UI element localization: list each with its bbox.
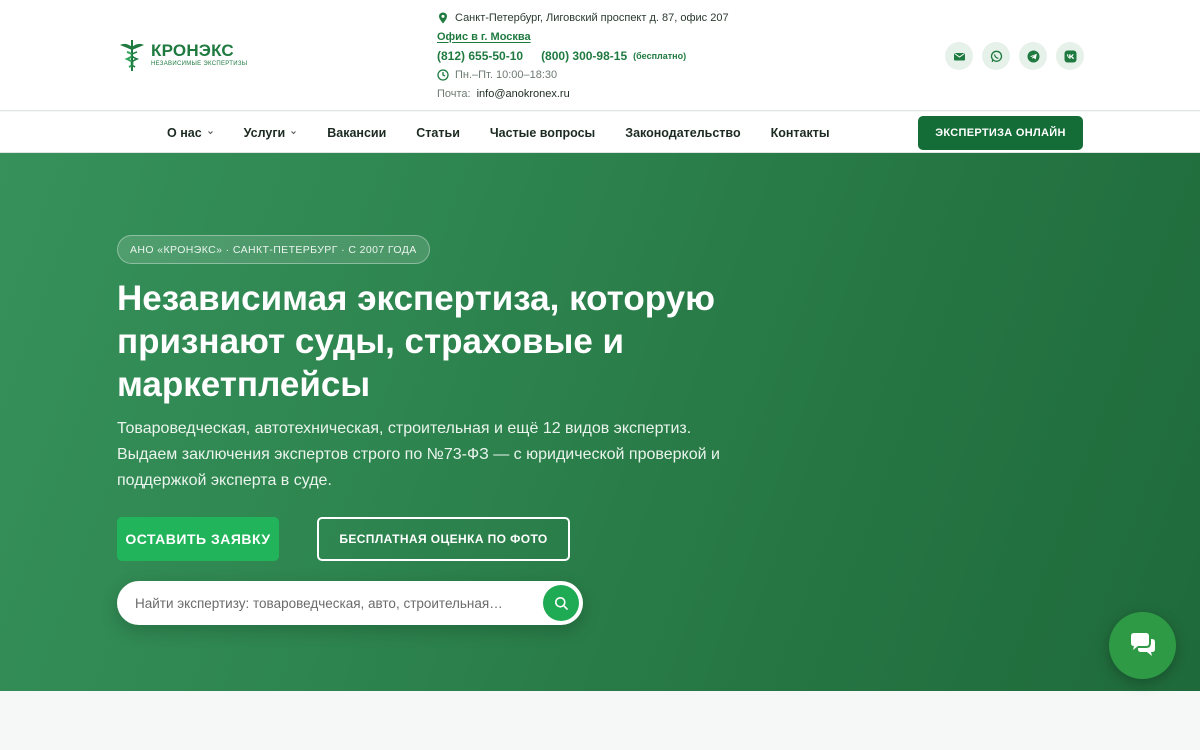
email-label: Почта: <box>437 87 471 100</box>
site-header: КРОНЭКС независимые экспертизы Санкт-Пет… <box>0 0 1200 111</box>
vk-icon[interactable] <box>1056 42 1084 70</box>
hero-badge: АНО «КРОНЭКС» · САНКТ-ПЕТЕРБУРГ · С 2007… <box>117 235 430 264</box>
chevron-down-icon <box>291 131 297 135</box>
phone-local-link[interactable]: (812) 655-50-10 <box>437 49 523 63</box>
contacts-block: Санкт-Петербург, Лиговский проспект д. 8… <box>437 8 729 103</box>
hero-subtitle: Товароведческая, автотехническая, строит… <box>117 420 720 489</box>
nav-item-articles[interactable]: Статьи <box>416 126 460 140</box>
hero-section: АНО «КРОНЭКС» · САНКТ-ПЕТЕРБУРГ · С 2007… <box>0 153 1200 691</box>
main-nav: О нас Услуги Вакансии Статьи Частые вопр… <box>167 112 830 153</box>
logo[interactable]: КРОНЭКС независимые экспертизы <box>117 38 247 72</box>
email-link[interactable]: info@anokronex.ru <box>477 88 570 100</box>
address-text: Санкт-Петербург, Лиговский проспект д. 8… <box>455 11 729 24</box>
nav-item-legislation[interactable]: Законодательство <box>625 126 740 140</box>
working-hours: Пн.–Пт. 10:00–18:30 <box>455 68 558 81</box>
phone-free-link[interactable]: (800) 300-98-15 <box>541 49 627 63</box>
free-photo-estimate-button[interactable]: БЕСПЛАТНАЯ ОЦЕНКА ПО ФОТО <box>317 517 570 561</box>
social-links <box>945 42 1084 70</box>
logo-tagline: независимые экспертизы <box>151 61 248 67</box>
chevron-down-icon <box>207 131 213 135</box>
phone-free-note: (бесплатно) <box>633 50 687 61</box>
submit-request-button[interactable]: ОСТАВИТЬ ЗАЯВКУ <box>117 517 279 561</box>
search-bar <box>117 581 583 625</box>
nav-item-services[interactable]: Услуги <box>244 126 298 140</box>
hero-title: Независимая экспертиза, которую признают… <box>117 279 715 404</box>
moscow-office-link[interactable]: Офис в г. Москва <box>437 31 531 43</box>
search-input[interactable] <box>135 595 535 611</box>
location-pin-icon <box>439 12 447 23</box>
expertise-online-button[interactable]: ЭКСПЕРТИЗА ОНЛАЙН <box>918 116 1083 150</box>
clock-icon <box>437 68 449 81</box>
telegram-icon[interactable] <box>1019 42 1047 70</box>
search-button[interactable] <box>543 585 579 621</box>
mail-icon[interactable] <box>945 42 973 70</box>
logo-name: КРОНЭКС <box>151 41 234 60</box>
search-icon <box>554 596 568 610</box>
nav-item-faq[interactable]: Частые вопросы <box>490 126 595 140</box>
nav-item-about[interactable]: О нас <box>167 126 214 140</box>
nav-item-contacts[interactable]: Контакты <box>771 126 830 140</box>
chat-widget-button[interactable] <box>1109 612 1176 679</box>
whatsapp-icon[interactable] <box>982 42 1010 70</box>
chat-bubbles-icon <box>1130 632 1155 656</box>
main-navbar: О нас Услуги Вакансии Статьи Частые вопр… <box>0 112 1200 153</box>
nav-item-vacancies[interactable]: Вакансии <box>327 126 386 140</box>
caduceus-logo-icon <box>120 40 144 71</box>
